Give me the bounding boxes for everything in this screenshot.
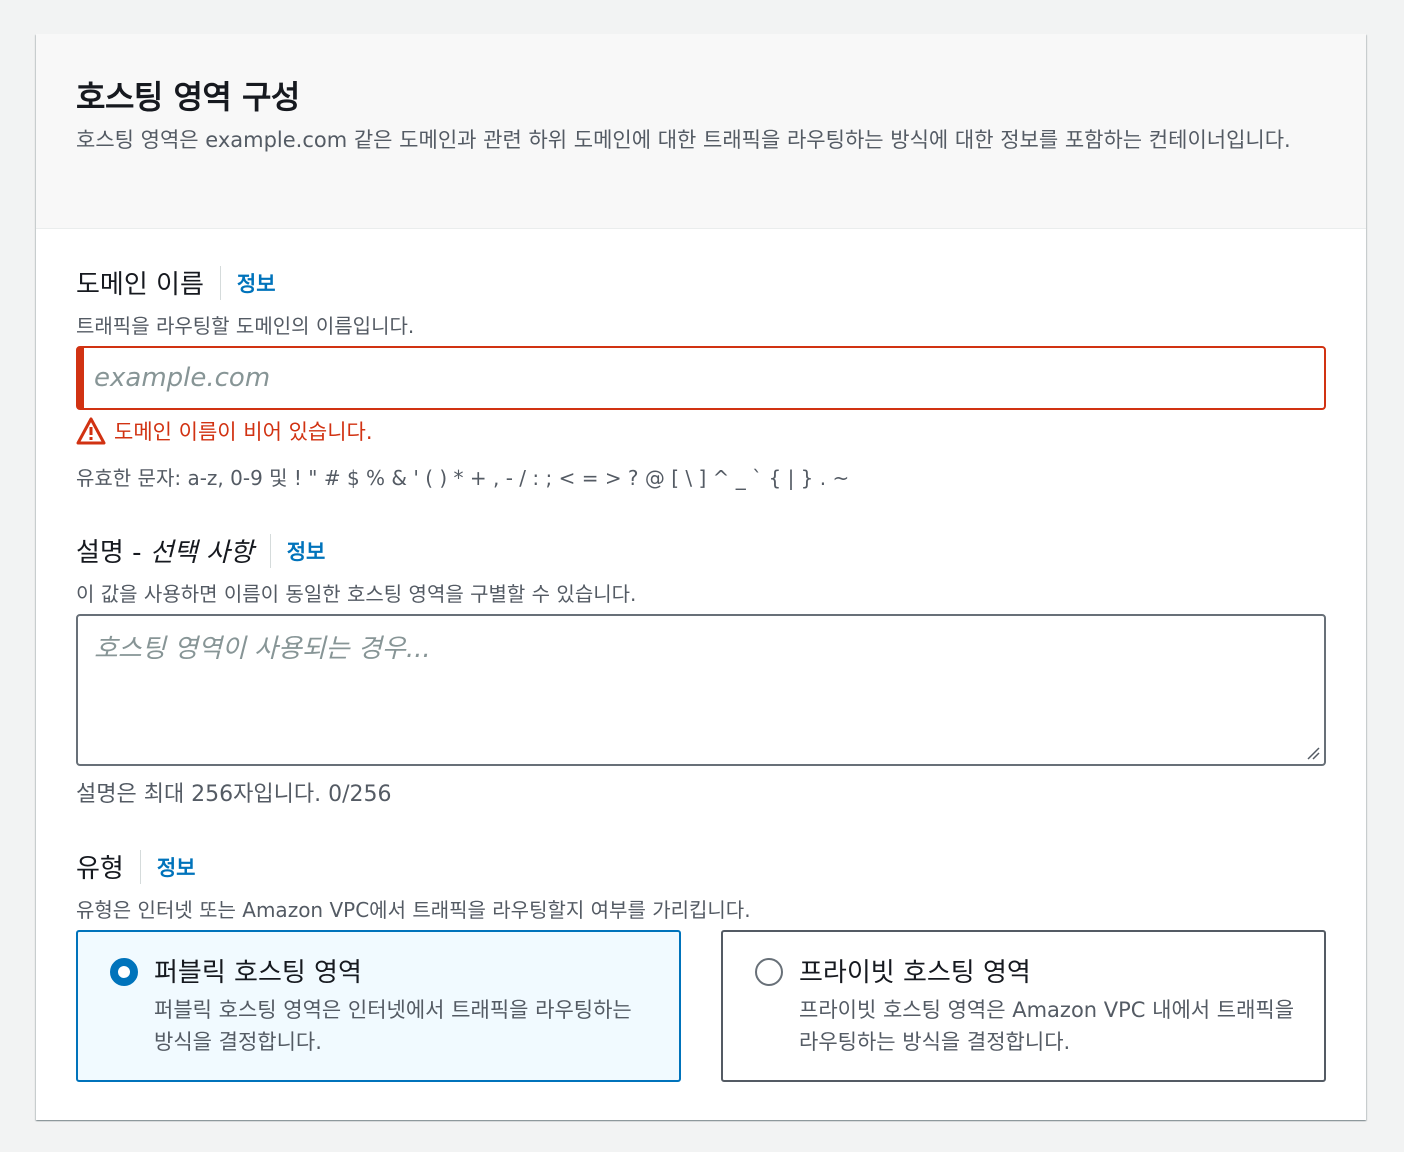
domain-valid-chars: 유효한 문자: a-z, 0-9 및 ! " # $ % & ' ( ) * +… xyxy=(76,466,850,490)
private-tile-title: 프라이빗 호스팅 영역 xyxy=(799,958,1031,988)
warning-triangle-icon xyxy=(76,417,106,445)
optional-label: 선택 사항 xyxy=(149,538,254,568)
public-radio-button[interactable] xyxy=(110,958,138,986)
description-info-link[interactable]: 정보 xyxy=(287,536,326,566)
private-hosted-zone-tile[interactable]: 프라이빗 호스팅 영역 프라이빗 호스팅 영역은 Amazon VPC 내에서 … xyxy=(721,930,1326,1082)
public-hosted-zone-tile[interactable]: 퍼블릭 호스팅 영역 퍼블릭 호스팅 영역은 인터넷에서 트래픽을 라우팅하는 … xyxy=(76,930,681,1082)
type-label-row: 유형 정보 xyxy=(76,848,195,885)
hosted-zone-config-panel: 호스팅 영역 구성 호스팅 영역은 example.com 같은 도메인과 관련… xyxy=(36,34,1366,1120)
description-textarea[interactable]: 호스팅 영역이 사용되는 경우... xyxy=(76,614,1326,766)
divider xyxy=(219,265,221,300)
domain-name-input[interactable]: example.com xyxy=(76,346,1326,410)
type-hint: 유형은 인터넷 또는 Amazon VPC에서 트래픽을 라우팅할지 여부를 가… xyxy=(76,898,751,922)
domain-label: 도메인 이름 xyxy=(76,270,204,300)
domain-info-link[interactable]: 정보 xyxy=(237,268,276,298)
public-tile-description: 퍼블릭 호스팅 영역은 인터넷에서 트래픽을 라우팅하는 방식을 결정합니다. xyxy=(154,998,632,1054)
description-hint: 이 값을 사용하면 이름이 동일한 호스팅 영역을 구별할 수 있습니다. xyxy=(76,582,637,606)
description-char-count: 설명은 최대 256자입니다. 0/256 xyxy=(76,782,392,807)
panel-header: 호스팅 영역 구성 호스팅 영역은 example.com 같은 도메인과 관련… xyxy=(36,34,1366,229)
description-label: 설명 - 선택 사항 xyxy=(76,538,254,568)
page-title: 호스팅 영역 구성 xyxy=(76,78,300,116)
domain-error: 도메인 이름이 비어 있습니다. xyxy=(76,416,373,446)
divider xyxy=(269,533,271,568)
type-label: 유형 xyxy=(76,854,124,884)
domain-error-text: 도메인 이름이 비어 있습니다. xyxy=(114,420,373,444)
description-placeholder: 호스팅 영역이 사용되는 경우... xyxy=(94,634,431,664)
domain-hint: 트래픽을 라우팅할 도메인의 이름입니다. xyxy=(76,314,415,338)
description-label-row: 설명 - 선택 사항 정보 xyxy=(76,532,325,569)
resize-grip-icon[interactable] xyxy=(1306,746,1320,760)
page-description: 호스팅 영역은 example.com 같은 도메인과 관련 하위 도메인에 대… xyxy=(76,128,1291,152)
private-radio-button[interactable] xyxy=(755,958,783,986)
public-tile-title: 퍼블릭 호스팅 영역 xyxy=(154,958,362,988)
private-tile-description: 프라이빗 호스팅 영역은 Amazon VPC 내에서 트래픽을 라우팅하는 방… xyxy=(799,998,1295,1054)
type-info-link[interactable]: 정보 xyxy=(157,852,196,882)
divider xyxy=(139,849,141,884)
domain-label-row: 도메인 이름 정보 xyxy=(76,264,276,301)
